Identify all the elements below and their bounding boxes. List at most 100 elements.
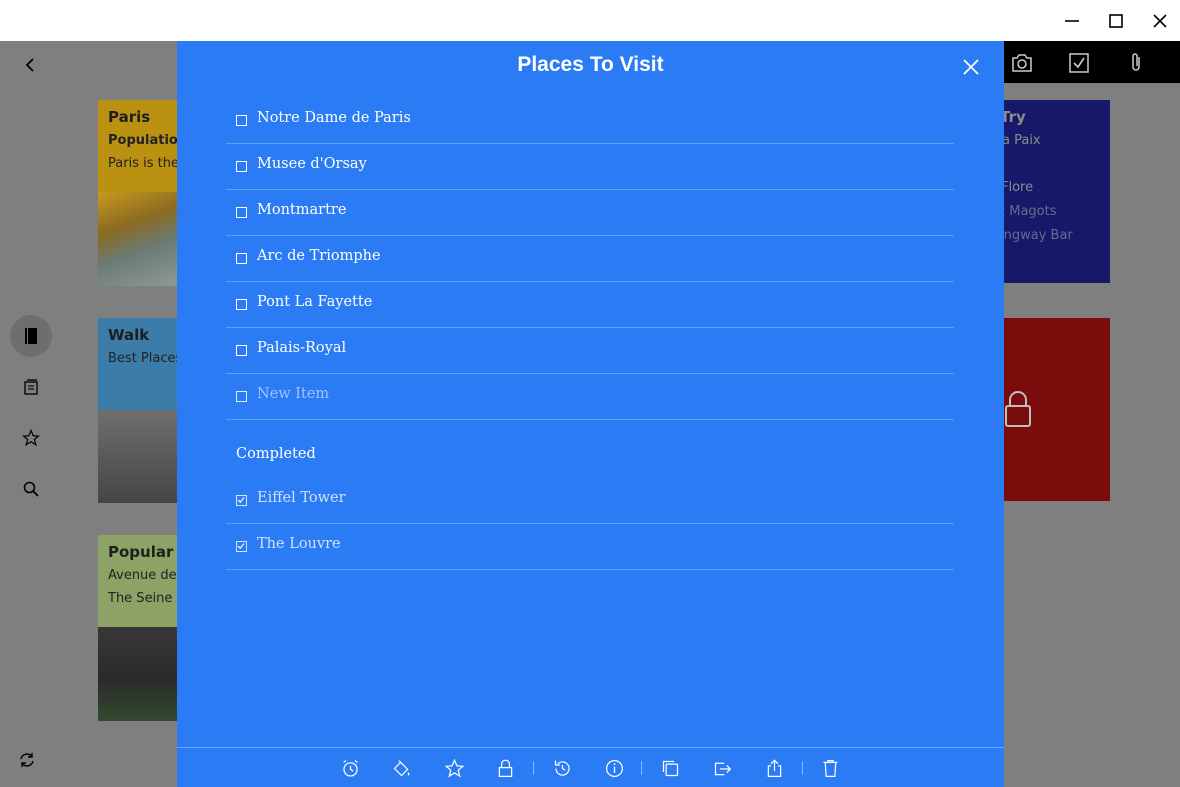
move-icon [714, 762, 731, 775]
checklist-item[interactable]: Pont La Fayette [226, 282, 954, 328]
checkbox[interactable] [236, 253, 247, 264]
checkbox-checked[interactable] [236, 541, 247, 552]
close-icon [1153, 13, 1167, 28]
color-fill-icon [393, 759, 409, 776]
history-icon [554, 760, 570, 776]
notes-stack-icon [24, 379, 38, 395]
maximize-button[interactable] [1094, 0, 1138, 41]
note-card-locked[interactable] [1004, 318, 1110, 501]
item-text[interactable]: Eiffel Tower [257, 490, 346, 506]
card-title: Walk [108, 326, 150, 344]
new-item-input[interactable]: New Item [257, 386, 329, 402]
trash-icon [823, 759, 837, 777]
card-line: Population [108, 133, 177, 148]
sync-button[interactable] [6, 739, 48, 781]
alarm-icon [342, 759, 358, 777]
duplicate-button[interactable] [658, 756, 682, 780]
checkbox[interactable] [236, 391, 247, 402]
checkbox-checked[interactable] [236, 495, 247, 506]
history-button[interactable] [550, 756, 574, 780]
checklist-button[interactable] [1065, 49, 1093, 77]
info-icon [605, 759, 623, 777]
maximize-icon [1109, 13, 1123, 28]
color-button[interactable] [389, 756, 413, 780]
item-text[interactable]: Montmartre [257, 202, 346, 218]
toolbar-divider [802, 761, 803, 775]
card-image [98, 410, 177, 503]
card-image [98, 627, 177, 721]
lock-icon [498, 759, 512, 777]
copy-icon [662, 760, 678, 776]
checkbox[interactable] [236, 299, 247, 310]
note-title[interactable]: Places To Visit [177, 53, 1004, 77]
window-close-button[interactable] [1138, 0, 1180, 41]
card-line: Avenue des [108, 568, 177, 583]
share-button[interactable] [762, 756, 786, 780]
checkbox-icon [1069, 53, 1089, 73]
checkbox[interactable] [236, 345, 247, 356]
card-line: Flore [1004, 180, 1034, 195]
card-line: Best Places t [108, 351, 177, 366]
note-editor: Places To Visit Notre Dame de Paris Muse… [177, 41, 1004, 787]
card-line: The Seine [108, 591, 173, 606]
card-line: ingway Bar [1004, 228, 1073, 243]
back-button[interactable] [14, 49, 46, 81]
lock-icon [1005, 391, 1031, 427]
note-card-walk[interactable]: Walk Best Places t [98, 318, 177, 503]
checkbox[interactable] [236, 115, 247, 126]
note-card-paris[interactable]: Paris Population Paris is the h [98, 100, 177, 286]
checklist-item[interactable]: Musee d'Orsay [226, 144, 954, 190]
card-image [98, 192, 177, 286]
note-toolbar [177, 747, 1004, 787]
item-text[interactable]: Palais-Royal [257, 340, 346, 356]
note-card-try[interactable]: Try a Paix Flore t Magots ingway Bar [1004, 100, 1110, 283]
card-title: Popular St [108, 543, 177, 561]
sync-icon [20, 753, 34, 767]
nav-favorites[interactable] [10, 417, 52, 459]
checkmark-icon [237, 497, 245, 504]
checkmark-icon [237, 543, 245, 550]
nav-notebooks[interactable] [10, 315, 52, 357]
checklist-item[interactable]: Notre Dame de Paris [226, 98, 954, 144]
new-item-row[interactable]: New Item [226, 374, 954, 420]
attach-button[interactable] [1122, 49, 1150, 77]
info-button[interactable] [602, 756, 626, 780]
completed-item[interactable]: The Louvre [226, 524, 954, 570]
lock-button[interactable] [493, 756, 517, 780]
item-text[interactable]: Arc de Triomphe [257, 248, 381, 264]
nav-all-notes[interactable] [10, 366, 52, 408]
card-title: Paris [108, 108, 151, 126]
star-icon [444, 758, 464, 778]
move-button[interactable] [710, 756, 734, 780]
checkbox[interactable] [236, 207, 247, 218]
checklist-item[interactable]: Montmartre [226, 190, 954, 236]
item-text[interactable]: Notre Dame de Paris [257, 110, 411, 126]
nav-search[interactable] [10, 468, 52, 510]
checklist-item[interactable]: Arc de Triomphe [226, 236, 954, 282]
notebook-icon [25, 328, 37, 344]
paperclip-icon [1132, 53, 1140, 71]
note-card-popular[interactable]: Popular St Avenue des The Seine [98, 535, 177, 721]
completed-item[interactable]: Eiffel Tower [226, 478, 954, 524]
reminder-button[interactable] [338, 756, 362, 780]
card-title: Try [1004, 108, 1026, 126]
checklist-item[interactable]: Palais-Royal [226, 328, 954, 374]
minimize-button[interactable] [1050, 0, 1094, 41]
delete-button[interactable] [818, 756, 842, 780]
minimize-icon [1065, 19, 1079, 22]
card-line: t Magots [1004, 204, 1057, 219]
card-line: Paris is the h [108, 156, 177, 171]
item-text[interactable]: Pont La Fayette [257, 294, 372, 310]
close-note-button[interactable] [957, 53, 985, 81]
camera-button[interactable] [1008, 49, 1036, 77]
checkbox[interactable] [236, 161, 247, 172]
search-icon [23, 481, 39, 497]
item-text[interactable]: Musee d'Orsay [257, 156, 367, 172]
toolbar-divider [533, 761, 534, 775]
camera-icon [1012, 54, 1032, 72]
toolbar-divider [641, 761, 642, 775]
favorite-button[interactable] [442, 756, 466, 780]
item-text[interactable]: The Louvre [257, 536, 341, 552]
chevron-left-icon [25, 58, 34, 72]
star-icon [22, 429, 40, 447]
